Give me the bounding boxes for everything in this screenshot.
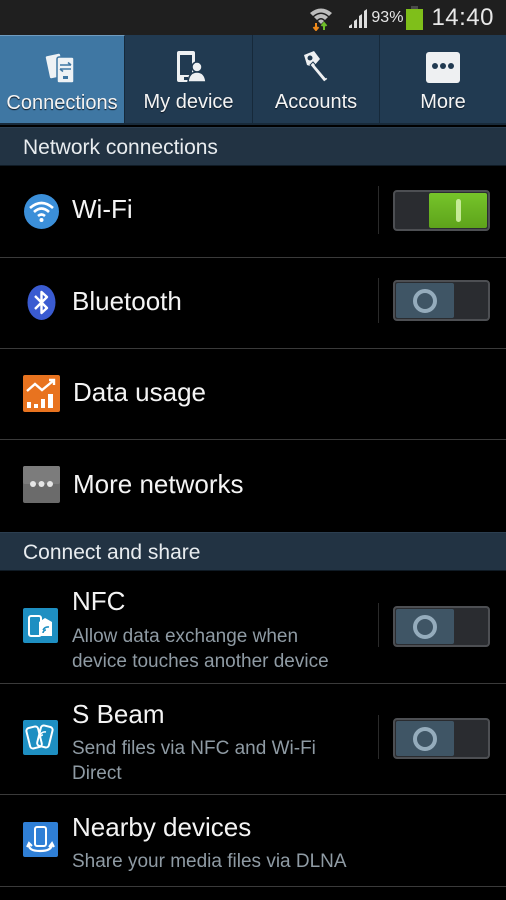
data-usage-icon bbox=[23, 375, 60, 412]
tab-label: Connections bbox=[6, 92, 118, 114]
accounts-key-icon bbox=[304, 51, 329, 83]
item-title: Nearby devices bbox=[72, 812, 252, 842]
my-device-icon bbox=[176, 51, 207, 83]
divider bbox=[378, 715, 379, 759]
s-beam-toggle[interactable] bbox=[393, 718, 490, 759]
tab-label: More bbox=[420, 91, 466, 113]
section-title: Connect and share bbox=[23, 541, 201, 564]
section-header-network-connections: Network connections bbox=[0, 127, 506, 166]
divider bbox=[378, 186, 379, 234]
status-bar: 93% 14:40 bbox=[0, 0, 506, 35]
item-title: NFC bbox=[72, 586, 126, 616]
more-dots-icon bbox=[426, 52, 460, 83]
list-item-more-networks[interactable]: More networks bbox=[0, 440, 506, 532]
clock: 14:40 bbox=[431, 3, 494, 31]
nfc-toggle[interactable] bbox=[393, 606, 490, 647]
nearby-devices-icon bbox=[23, 822, 58, 857]
tab-my-device[interactable]: My device bbox=[125, 35, 253, 123]
list-item-nearby-devices[interactable]: Nearby devices Share your media files vi… bbox=[0, 795, 506, 887]
s-beam-icon bbox=[23, 720, 58, 755]
battery-percent: 93% bbox=[371, 8, 404, 26]
bluetooth-icon bbox=[27, 285, 56, 320]
item-subtitle-line-1: Allow data exchange when bbox=[72, 626, 299, 647]
list-item-data-usage[interactable]: Data usage bbox=[0, 349, 506, 440]
connections-icon bbox=[44, 52, 75, 84]
list-item-s-beam[interactable]: S Beam Send files via NFC and Wi-Fi Dire… bbox=[0, 684, 506, 795]
section-title: Network connections bbox=[23, 136, 218, 159]
tab-connections[interactable]: Connections bbox=[0, 35, 125, 123]
item-subtitle-line-1: Share your media files via DLNA bbox=[72, 851, 347, 872]
item-title: More networks bbox=[73, 469, 244, 499]
tab-more[interactable]: More bbox=[380, 35, 506, 123]
bluetooth-toggle[interactable] bbox=[393, 280, 490, 321]
item-title: Bluetooth bbox=[72, 286, 182, 316]
list-item-bluetooth[interactable]: Bluetooth bbox=[0, 258, 506, 349]
more-networks-icon bbox=[23, 466, 60, 503]
item-title: Wi-Fi bbox=[72, 194, 133, 224]
tab-label: Accounts bbox=[274, 91, 358, 113]
item-title: S Beam bbox=[72, 699, 165, 729]
nfc-icon bbox=[23, 608, 58, 643]
wifi-data-activity-icon bbox=[310, 8, 333, 31]
item-subtitle-line-2: device touches another device bbox=[72, 651, 329, 672]
battery-icon bbox=[406, 5, 424, 30]
signal-strength-icon bbox=[349, 8, 368, 28]
tab-label: My device bbox=[143, 91, 234, 113]
divider bbox=[378, 603, 379, 647]
item-title: Data usage bbox=[73, 377, 206, 407]
settings-tab-bar: Connections My device Accounts More bbox=[0, 35, 506, 125]
item-subtitle-line-1: Send files via NFC and Wi-Fi bbox=[72, 738, 316, 759]
item-subtitle-line-2: Direct bbox=[72, 763, 122, 784]
list-item-nfc[interactable]: NFC Allow data exchange when device touc… bbox=[0, 571, 506, 684]
wifi-icon bbox=[24, 194, 59, 229]
list-item-wifi[interactable]: Wi-Fi bbox=[0, 166, 506, 258]
wifi-toggle[interactable] bbox=[393, 190, 490, 231]
tab-accounts[interactable]: Accounts bbox=[253, 35, 380, 123]
section-header-connect-and-share: Connect and share bbox=[0, 532, 506, 571]
divider bbox=[378, 278, 379, 323]
